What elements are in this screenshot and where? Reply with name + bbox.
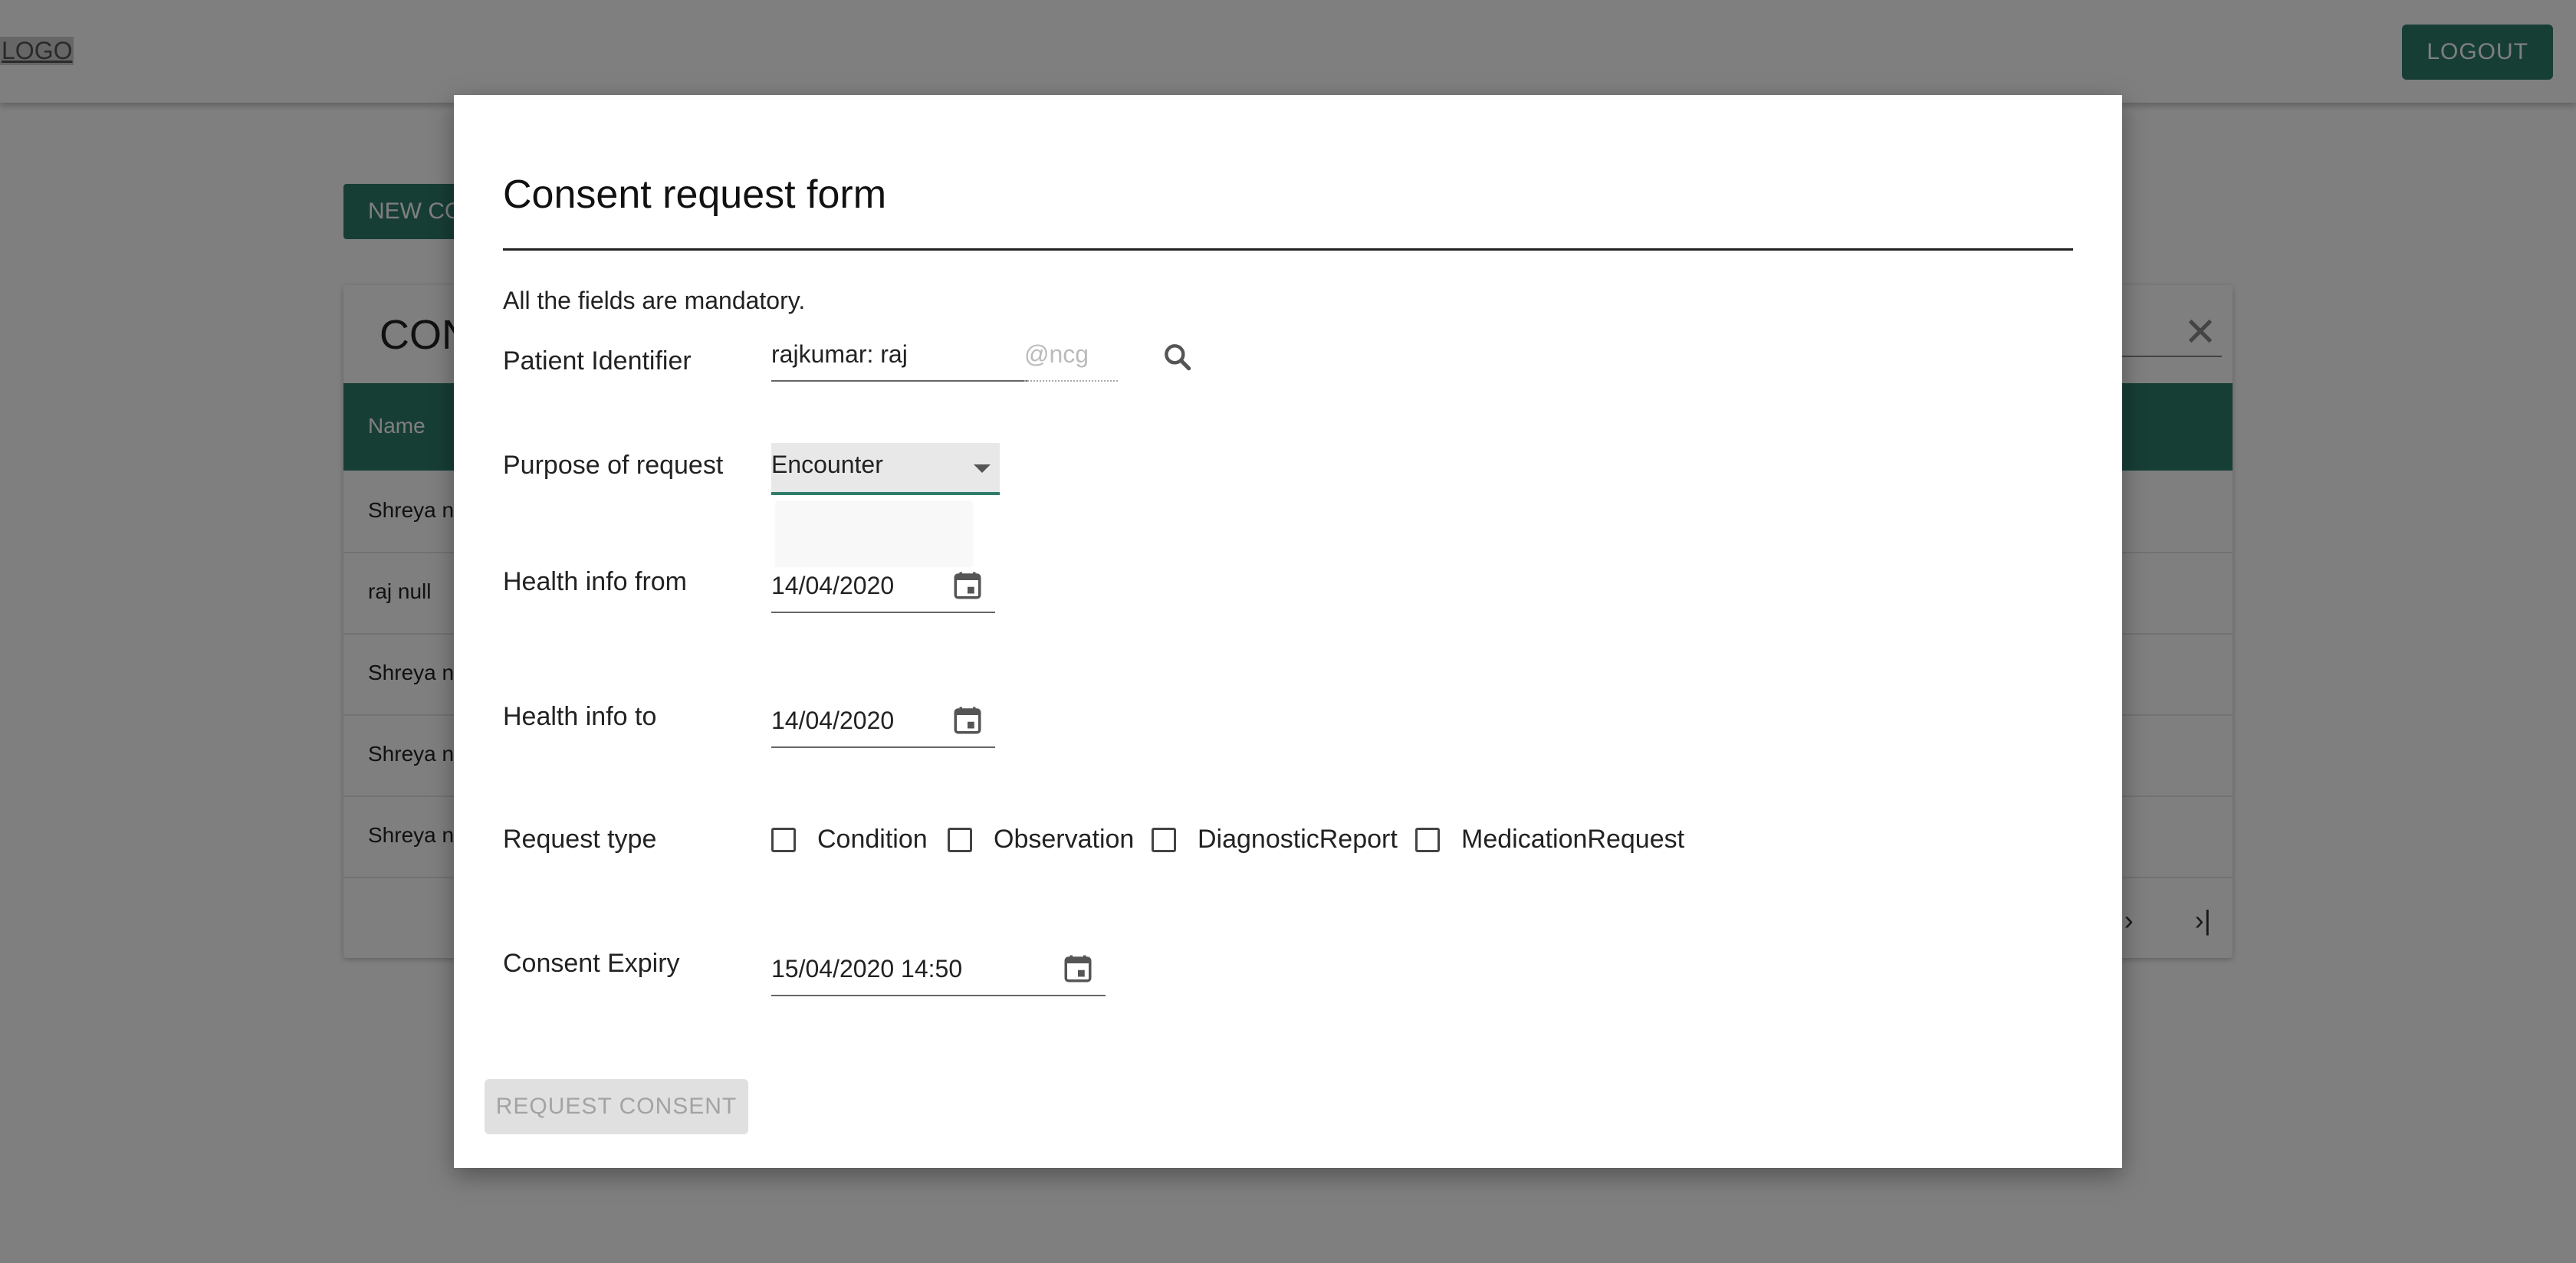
dropdown-menu-ghost [776, 501, 972, 566]
observation-label[interactable]: Observation [994, 825, 1134, 855]
medication-request-label[interactable]: MedicationRequest [1461, 825, 1684, 855]
calendar-icon[interactable] [948, 700, 987, 740]
purpose-select[interactable]: Encounter [771, 443, 1000, 495]
calendar-icon[interactable] [1058, 949, 1098, 989]
consent-expiry-input[interactable]: 15/04/2020 14:50 [771, 955, 962, 983]
health-to-input[interactable]: 14/04/2020 [771, 707, 894, 735]
dialog-title: Consent request form [503, 172, 887, 217]
purpose-value: Encounter [771, 451, 883, 478]
request-type-label: Request type [503, 825, 657, 854]
medication-request-checkbox[interactable] [1415, 828, 1440, 852]
health-from-label: Health info from [503, 567, 687, 596]
condition-label[interactable]: Condition [817, 825, 928, 855]
request-consent-button[interactable]: REQUEST CONSENT [485, 1079, 748, 1134]
patient-identifier-label: Patient Identifier [503, 346, 692, 376]
diagnostic-report-label[interactable]: DiagnosticReport [1198, 825, 1398, 855]
health-to-label: Health info to [503, 702, 657, 731]
consent-expiry-label: Consent Expiry [503, 949, 680, 978]
patient-identifier-underline [771, 380, 1029, 382]
condition-checkbox[interactable] [771, 828, 796, 852]
purpose-label: Purpose of request [503, 451, 724, 480]
patient-identifier-input[interactable]: rajkumar: raj [771, 340, 1029, 380]
title-divider [503, 248, 2073, 251]
dropdown-caret-icon [974, 464, 991, 473]
consent-request-dialog: Consent request form All the fields are … [454, 95, 2122, 1168]
consent-expiry-underline [771, 995, 1106, 996]
health-to-underline [771, 746, 995, 748]
health-from-underline [771, 612, 995, 613]
mandatory-note: All the fields are mandatory. [503, 287, 806, 314]
health-from-input[interactable]: 14/04/2020 [771, 572, 894, 600]
diagnostic-report-checkbox[interactable] [1152, 828, 1176, 852]
patient-identifier-suffix: @ncg [1024, 340, 1118, 382]
search-icon[interactable] [1156, 336, 1199, 379]
calendar-icon[interactable] [948, 566, 987, 605]
patient-identifier-value: rajkumar: raj [771, 340, 908, 368]
observation-checkbox[interactable] [948, 828, 972, 852]
